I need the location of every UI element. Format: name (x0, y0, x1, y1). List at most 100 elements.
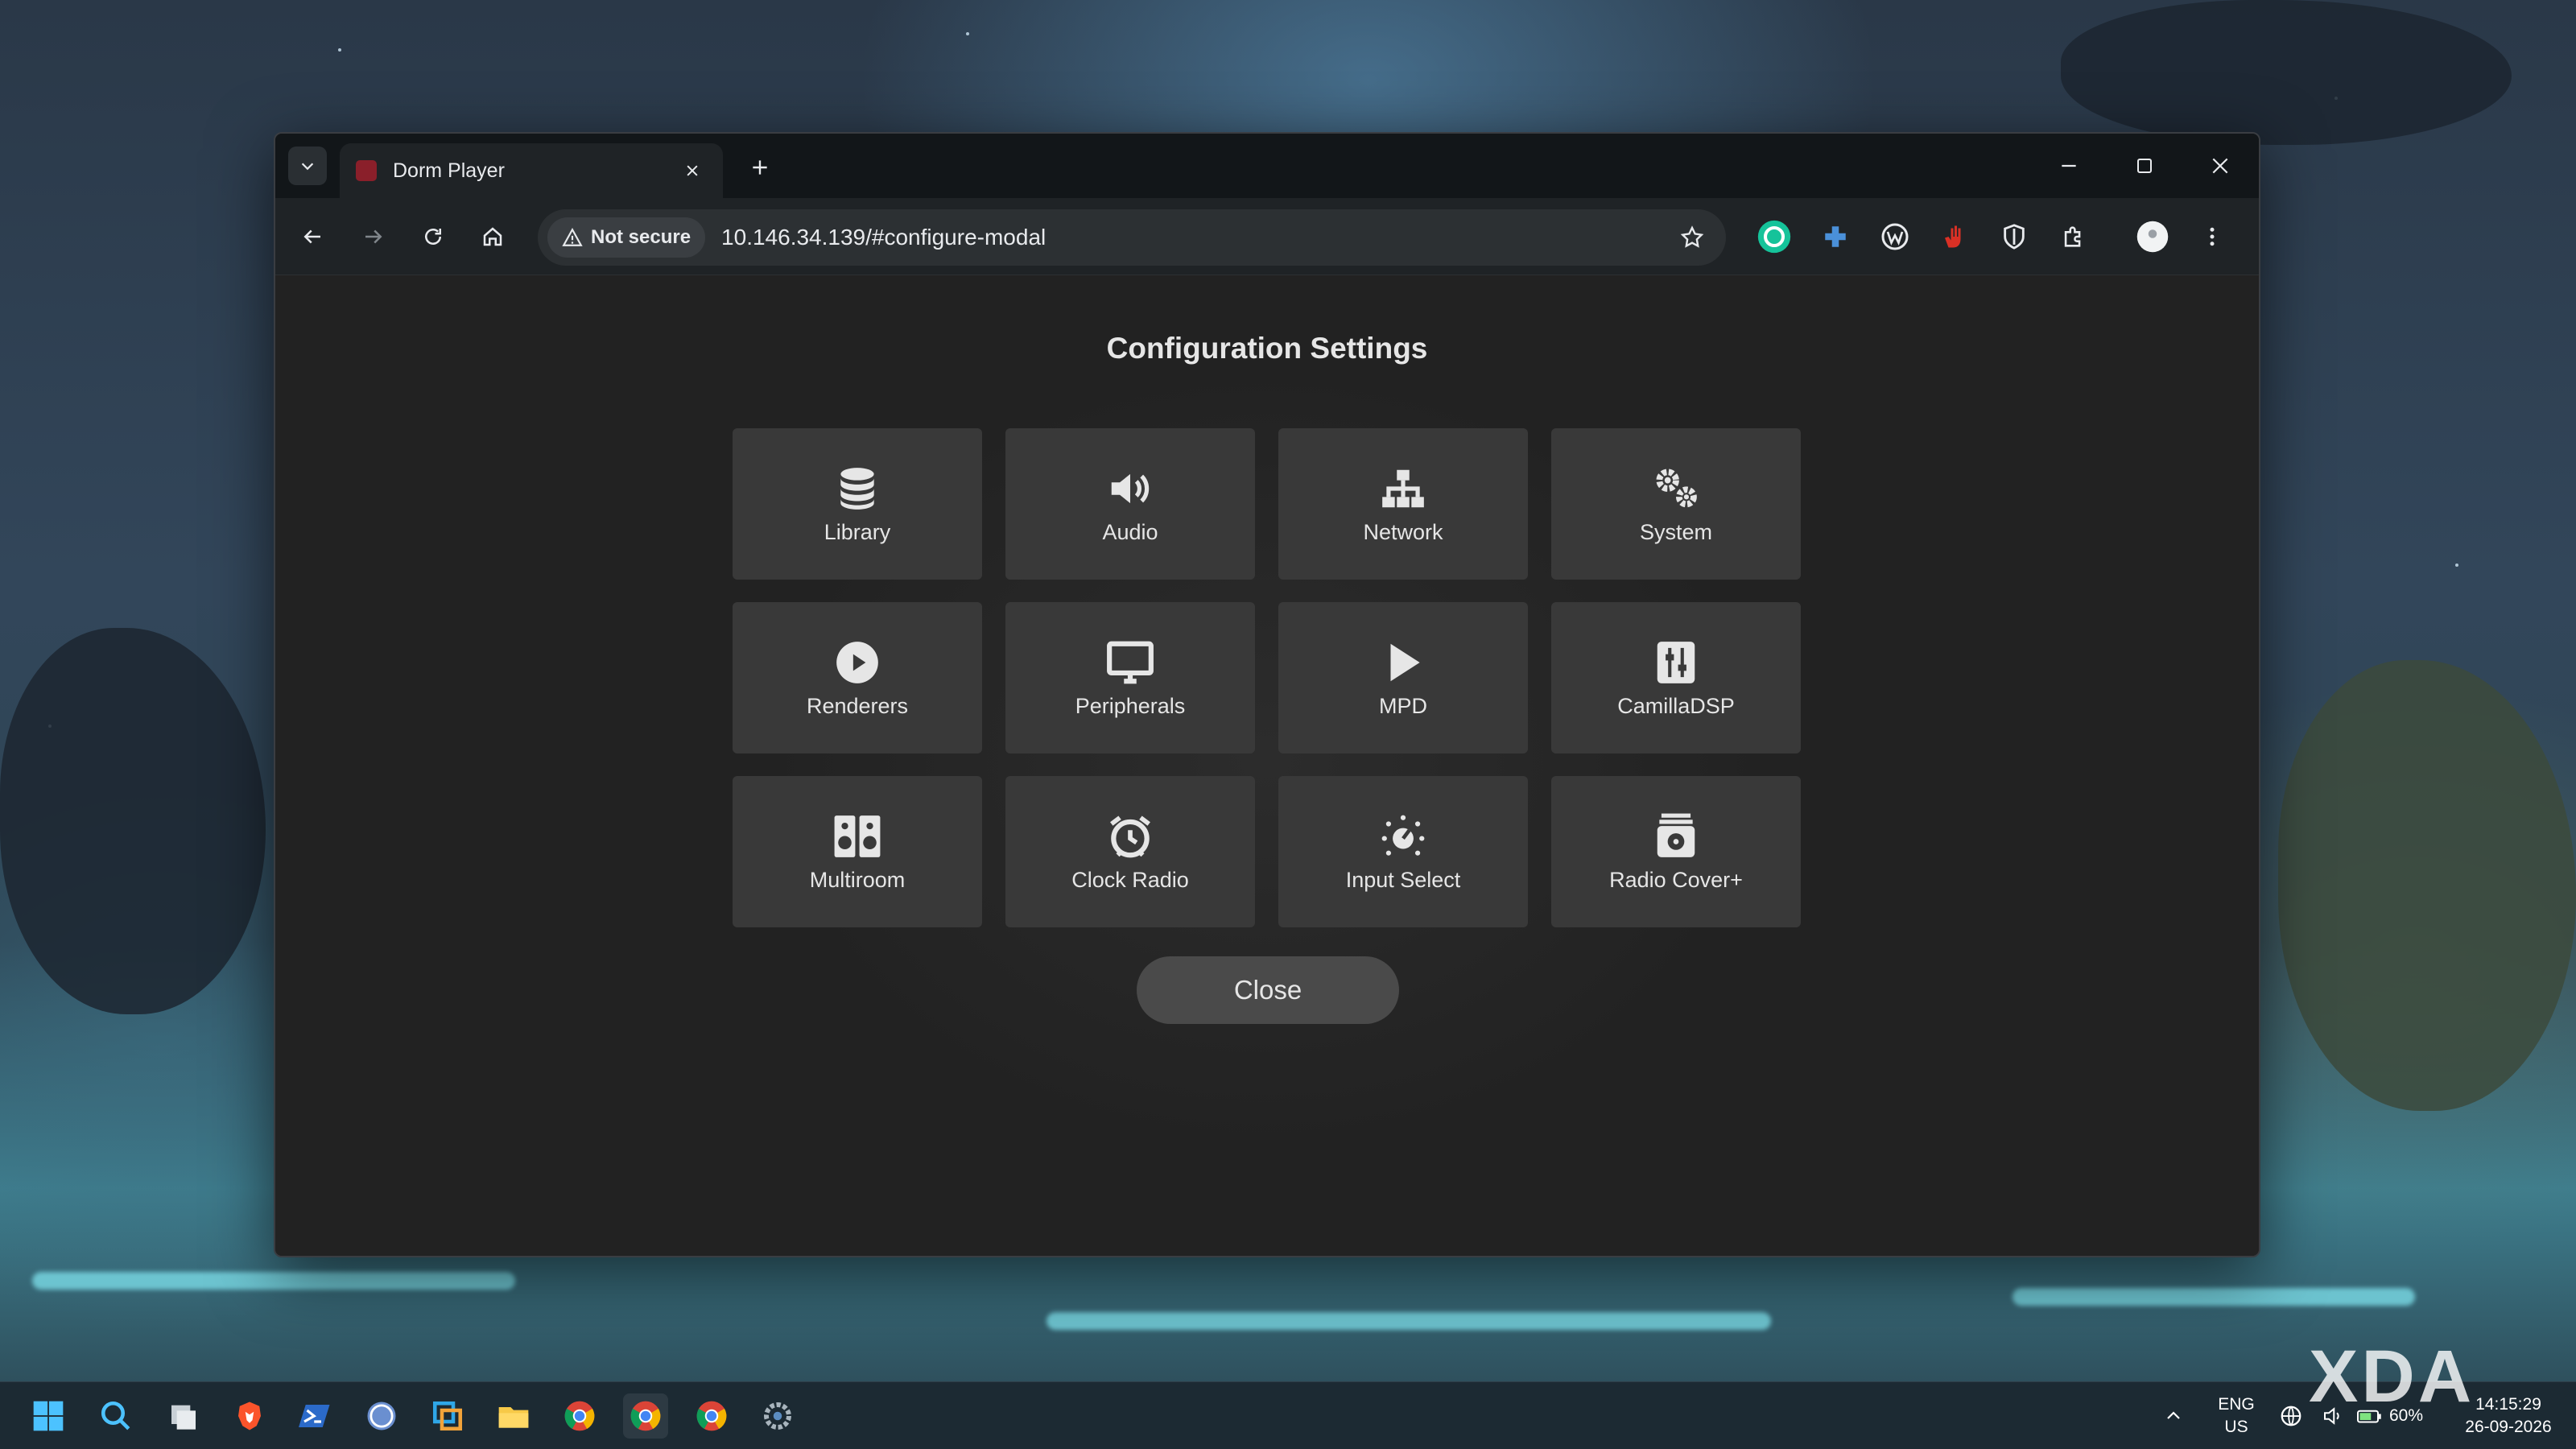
tab-title: Dorm Player (393, 159, 505, 182)
grammarly-extension-button[interactable] (1753, 216, 1795, 258)
language-text: ENG (2218, 1395, 2255, 1414)
wallpaper-rock (0, 628, 266, 1014)
settings-app[interactable] (755, 1393, 800, 1439)
chrome-app-active[interactable] (623, 1393, 668, 1439)
tile-radio-cover[interactable]: Radio Cover+ (1551, 776, 1801, 927)
new-tab-button[interactable] (741, 148, 779, 187)
tile-label: CamillaDSP (1617, 693, 1735, 718)
show-hidden-icons-button[interactable] (2156, 1393, 2191, 1439)
tile-mpd[interactable]: MPD (1278, 602, 1528, 753)
volume-icon (1111, 473, 1150, 503)
wallpaper-glow (32, 1272, 515, 1290)
wallpaper-rock (2278, 660, 2576, 1111)
globe-icon (2281, 1406, 2301, 1426)
tile-network[interactable]: Network (1278, 428, 1528, 580)
minimize-button[interactable] (2032, 142, 2106, 190)
close-window-button[interactable] (2183, 142, 2257, 190)
chrome-profile-app[interactable] (689, 1393, 734, 1439)
title-bar: Dorm Player (275, 134, 2259, 198)
powershell-app[interactable] (293, 1393, 338, 1439)
database-icon (840, 467, 874, 510)
network-tray-button[interactable] (2272, 1393, 2310, 1439)
browser-window: Dorm Player Not secure 10.146.34.139/#co… (274, 132, 2260, 1257)
security-label: Not secure (591, 226, 691, 248)
tile-system[interactable]: System (1551, 428, 1801, 580)
chrome-icon (630, 1401, 661, 1431)
task-view-icon (171, 1405, 196, 1430)
tile-library[interactable]: Library (733, 428, 982, 580)
brave-app[interactable] (227, 1393, 272, 1439)
tile-label: Library (824, 519, 891, 544)
profile-button[interactable] (2132, 216, 2174, 258)
speakers-icon (834, 815, 881, 857)
chevron-down-icon (301, 163, 314, 171)
start-button[interactable] (26, 1393, 71, 1439)
sitemap-icon (1382, 469, 1424, 507)
wallpaper-star (2455, 564, 2458, 567)
wallpaper-glow (2013, 1288, 2415, 1306)
taskbar-search-button[interactable] (93, 1393, 138, 1439)
tile-clock-radio[interactable]: Clock Radio (1005, 776, 1255, 927)
arrow-left-icon (303, 229, 320, 244)
tile-label: Multiroom (809, 867, 906, 892)
adblock-extension-button[interactable] (1934, 216, 1975, 258)
back-button[interactable] (290, 214, 335, 259)
tile-label: System (1639, 519, 1713, 544)
home-button[interactable] (470, 214, 515, 259)
wallpaper-rock (2061, 0, 2512, 145)
reload-button[interactable] (411, 214, 456, 259)
search-icon (101, 1401, 130, 1430)
plus-icon (753, 160, 767, 175)
powershell-icon (299, 1405, 330, 1427)
tile-label: Peripherals (1075, 693, 1186, 718)
warning-icon (562, 228, 583, 246)
tile-input-select[interactable]: Input Select (1278, 776, 1528, 927)
grammarly-icon (1757, 220, 1791, 254)
alarm-clock-icon (1110, 815, 1150, 857)
browser-toolbar: Not secure 10.146.34.139/#configure-moda… (275, 198, 2259, 275)
forward-button[interactable] (351, 214, 396, 259)
taskbar: ENG US 60% 14:15:29 26-09-2026 (0, 1381, 2576, 1449)
tile-renderers[interactable]: Renderers (733, 602, 982, 753)
file-explorer-app[interactable] (491, 1393, 536, 1439)
tab-dorm-player[interactable]: Dorm Player (340, 143, 723, 198)
tile-camilladsp[interactable]: CamillaDSP (1551, 602, 1801, 753)
qbittorrent-app[interactable] (359, 1393, 404, 1439)
chrome-app[interactable] (557, 1393, 602, 1439)
reload-icon (425, 229, 441, 245)
avatar-icon (2136, 221, 2169, 253)
tile-label: Network (1363, 519, 1443, 544)
tile-multiroom[interactable]: Multiroom (733, 776, 982, 927)
shield-extension-button[interactable] (1993, 216, 2035, 258)
dial-icon (1381, 815, 1425, 856)
w-extension-button[interactable] (1874, 216, 1916, 258)
tab-search-button[interactable] (288, 147, 327, 185)
input-language-indicator[interactable]: ENG US (2211, 1393, 2262, 1439)
windows-icon (33, 1401, 64, 1431)
extensions-button[interactable] (2053, 216, 2095, 258)
tile-label: Radio Cover+ (1609, 867, 1743, 892)
tab-close-button[interactable] (678, 156, 707, 185)
star-icon (1680, 225, 1704, 248)
maximize-button[interactable] (2107, 142, 2182, 190)
tile-audio[interactable]: Audio (1005, 428, 1255, 580)
tile-peripherals[interactable]: Peripherals (1005, 602, 1255, 753)
url-text[interactable]: 10.146.34.139/#configure-modal (721, 225, 1670, 250)
address-bar[interactable]: Not secure 10.146.34.139/#configure-moda… (538, 209, 1726, 266)
security-chip[interactable]: Not secure (547, 217, 706, 258)
cross-badge-icon (1825, 226, 1846, 247)
task-view-button[interactable] (161, 1393, 206, 1439)
bookmark-button[interactable] (1670, 215, 1715, 260)
tile-label: Audio (1102, 519, 1158, 544)
sliders-icon (1657, 641, 1695, 683)
xda-watermark: XDA (2309, 1335, 2475, 1418)
close-button[interactable]: Close (1137, 956, 1399, 1024)
favicon-icon (356, 160, 377, 181)
remote-desktop-icon (432, 1401, 463, 1431)
shield-icon (2004, 224, 2025, 250)
puzzle-extension-button[interactable] (1814, 216, 1856, 258)
chevron-up-icon (2167, 1411, 2180, 1419)
home-icon (483, 227, 502, 246)
browser-menu-button[interactable] (2191, 216, 2233, 258)
remote-desktop-app[interactable] (425, 1393, 470, 1439)
